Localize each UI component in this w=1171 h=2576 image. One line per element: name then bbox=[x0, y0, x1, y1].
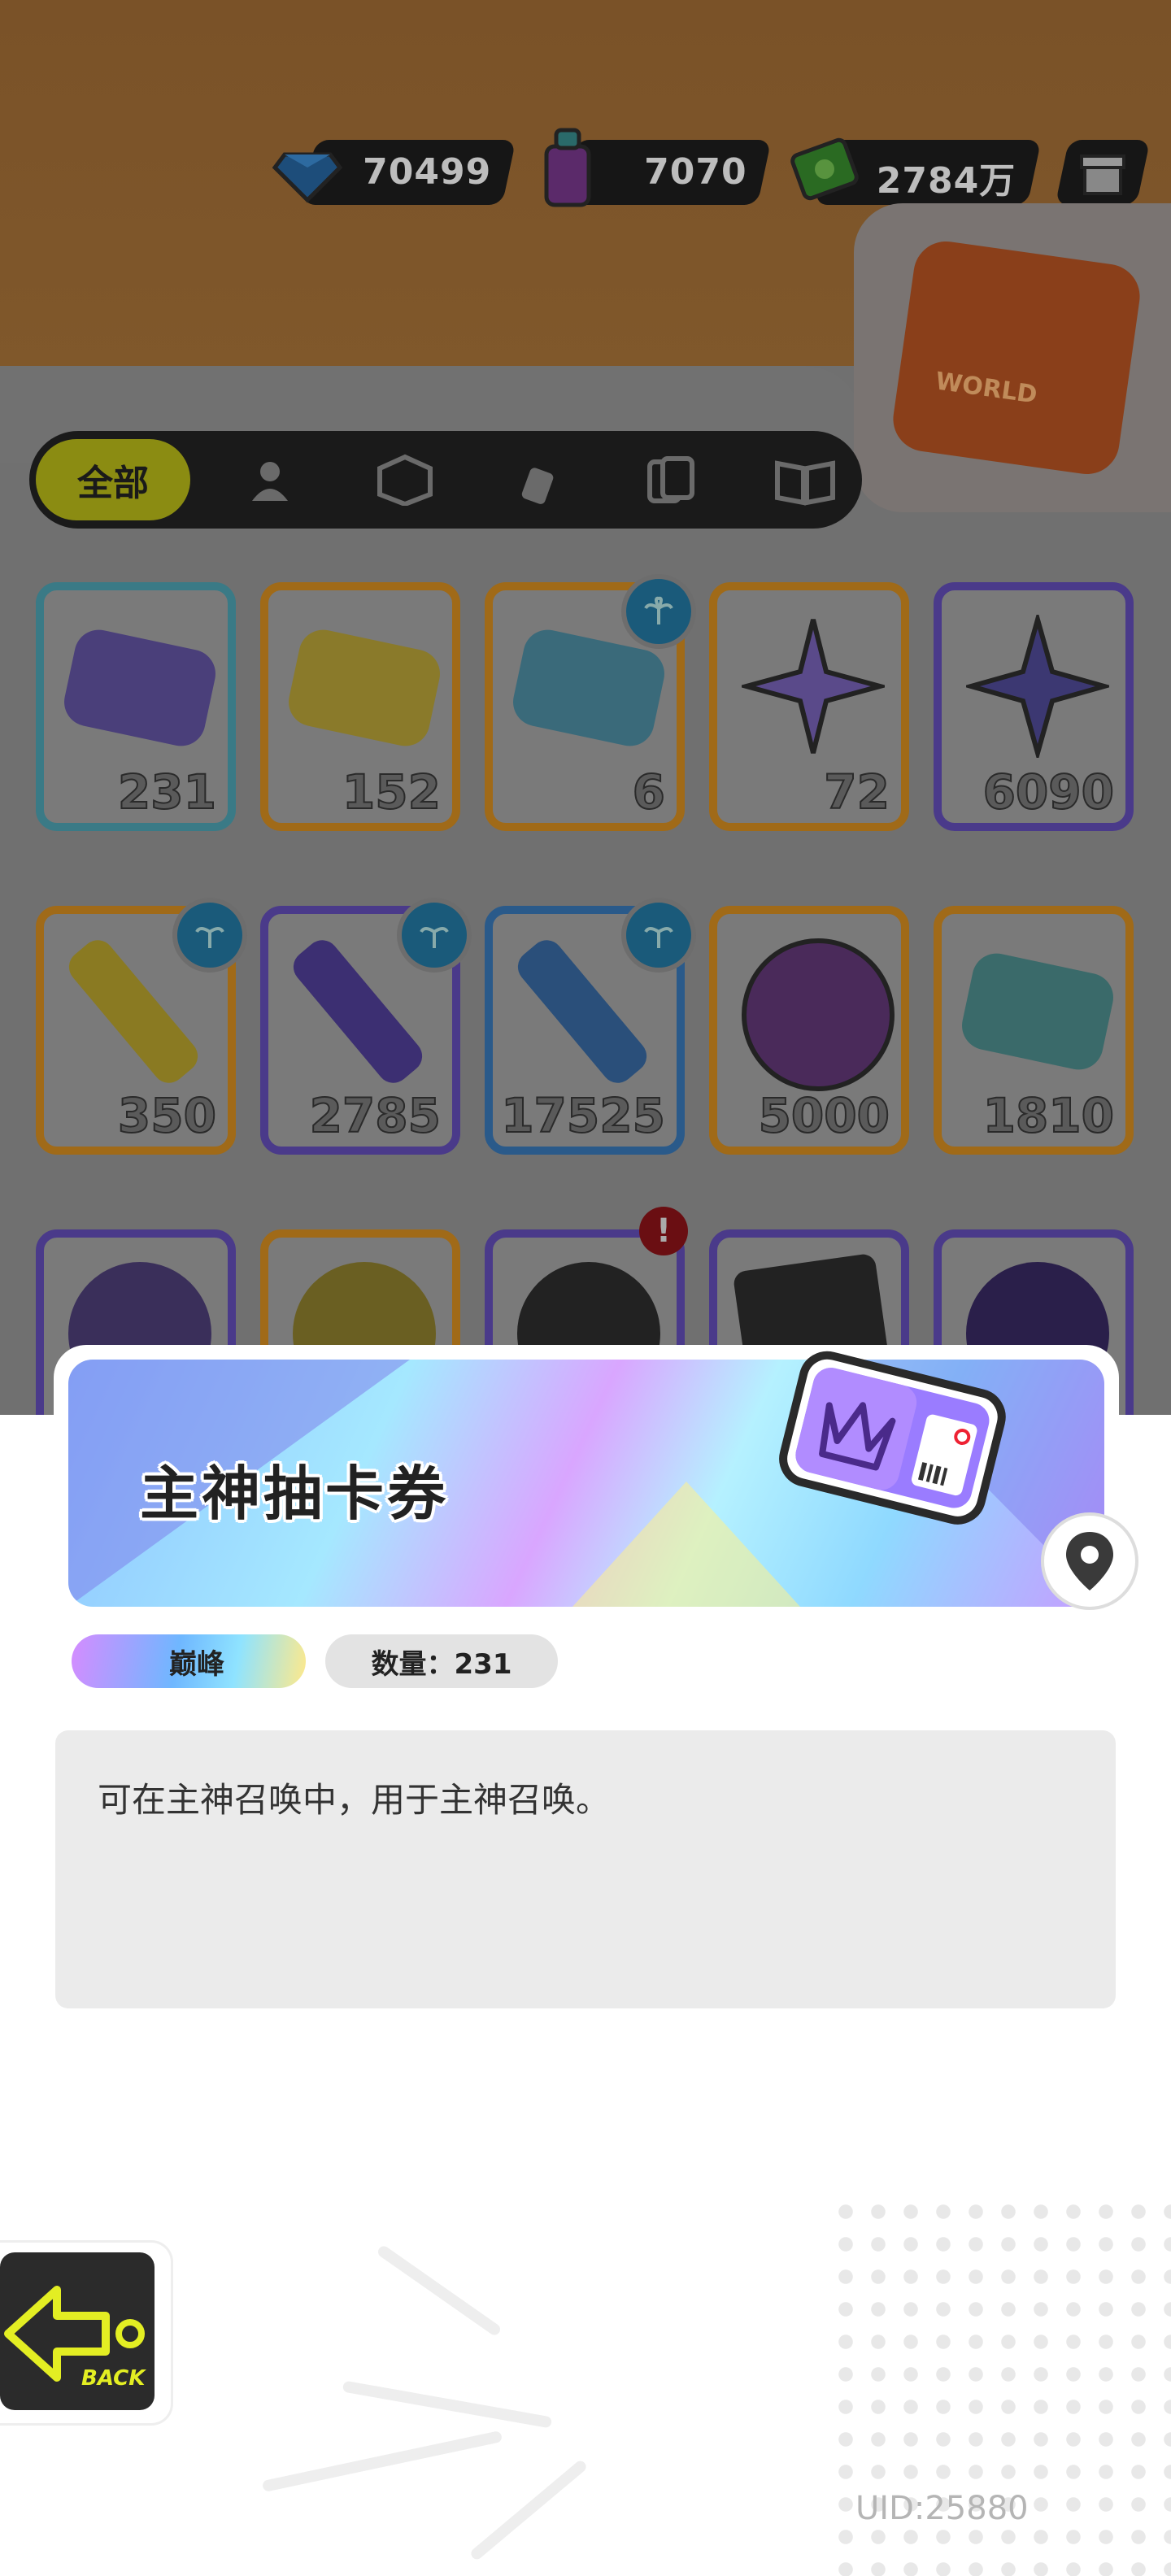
travel-suitcase-icon bbox=[889, 237, 1144, 479]
person-icon bbox=[252, 462, 288, 501]
palm-badge-icon bbox=[397, 898, 472, 973]
cool-sticker-icon bbox=[742, 938, 895, 1091]
tab-cards[interactable] bbox=[631, 439, 712, 520]
cash-icon bbox=[790, 137, 859, 201]
item-card[interactable]: 6090 bbox=[934, 582, 1134, 831]
locate-button[interactable] bbox=[1044, 1516, 1135, 1607]
event-badge[interactable]: WORLD bbox=[854, 203, 1171, 512]
item-count: 6 bbox=[632, 764, 666, 820]
purple-ticket-icon bbox=[59, 625, 220, 751]
item-count: 17525 bbox=[500, 1087, 666, 1144]
back-button[interactable]: BACK bbox=[0, 2243, 171, 2423]
alert-badge-icon: ! bbox=[639, 1207, 688, 1255]
book-icon bbox=[775, 460, 835, 506]
item-card[interactable]: 72 bbox=[709, 582, 909, 831]
rarity-badge: 巅峰 bbox=[72, 1634, 306, 1688]
location-pin-icon bbox=[1066, 1532, 1113, 1590]
rainbow-star-icon bbox=[742, 619, 885, 754]
item-count: 5000 bbox=[758, 1087, 890, 1144]
tab-book[interactable] bbox=[764, 439, 846, 520]
inventory-backdrop: 70499 7070 2784万 WORLD 全部 231 152 6 72 6… bbox=[0, 0, 1171, 1415]
tab-all-label: 全部 bbox=[77, 463, 149, 504]
palm-badge-icon bbox=[621, 574, 696, 649]
back-label: BACK bbox=[81, 2366, 146, 2391]
category-tabs: 全部 bbox=[29, 431, 862, 529]
item-card[interactable]: 1810 bbox=[934, 906, 1134, 1155]
item-count: 72 bbox=[823, 764, 890, 820]
palm-badge-icon bbox=[621, 898, 696, 973]
item-count: 350 bbox=[117, 1087, 217, 1144]
gift-box-icon bbox=[1080, 154, 1125, 195]
spray-icon bbox=[521, 468, 554, 504]
description-box: 可在主神召唤中，用于主神召唤。 bbox=[55, 1730, 1116, 2008]
spray-amount: 7070 bbox=[643, 151, 747, 193]
item-title: 主神抽卡券 bbox=[140, 1460, 450, 1528]
palm-badge-icon bbox=[172, 898, 247, 973]
rarity-label: 巅峰 bbox=[169, 1647, 224, 1681]
box-icon bbox=[377, 454, 433, 506]
item-card[interactable]: 5000 bbox=[709, 906, 909, 1155]
cash-amount: 2784万 bbox=[876, 160, 1016, 202]
item-count: 1810 bbox=[982, 1087, 1115, 1144]
user-id: UID:25880 bbox=[855, 2490, 1029, 2527]
item-count: 2785 bbox=[309, 1087, 442, 1144]
face-ticket-icon bbox=[957, 949, 1118, 1074]
item-card[interactable]: 231 bbox=[36, 582, 236, 831]
tab-characters[interactable] bbox=[229, 439, 311, 520]
item-count: 231 bbox=[117, 764, 217, 820]
spray-can-icon bbox=[544, 128, 591, 207]
item-card[interactable]: 152 bbox=[260, 582, 460, 831]
description-text: 可在主神召唤中，用于主神召唤。 bbox=[98, 1780, 611, 1820]
gift-button[interactable] bbox=[1055, 140, 1151, 205]
item-count: 6090 bbox=[982, 764, 1115, 820]
gold-ticket-icon bbox=[284, 625, 445, 751]
diamond-amount: 70499 bbox=[363, 151, 492, 193]
cards-icon bbox=[647, 456, 694, 503]
diamond-icon bbox=[272, 152, 343, 203]
quantity-badge: 数量：231 bbox=[325, 1634, 558, 1688]
back-button-face: BACK bbox=[0, 2252, 155, 2410]
tab-sprays[interactable] bbox=[498, 439, 579, 520]
purple-star-icon bbox=[966, 615, 1109, 758]
tab-all[interactable]: 全部 bbox=[36, 439, 190, 520]
tab-boxes[interactable] bbox=[364, 439, 446, 520]
item-count: 152 bbox=[342, 764, 442, 820]
